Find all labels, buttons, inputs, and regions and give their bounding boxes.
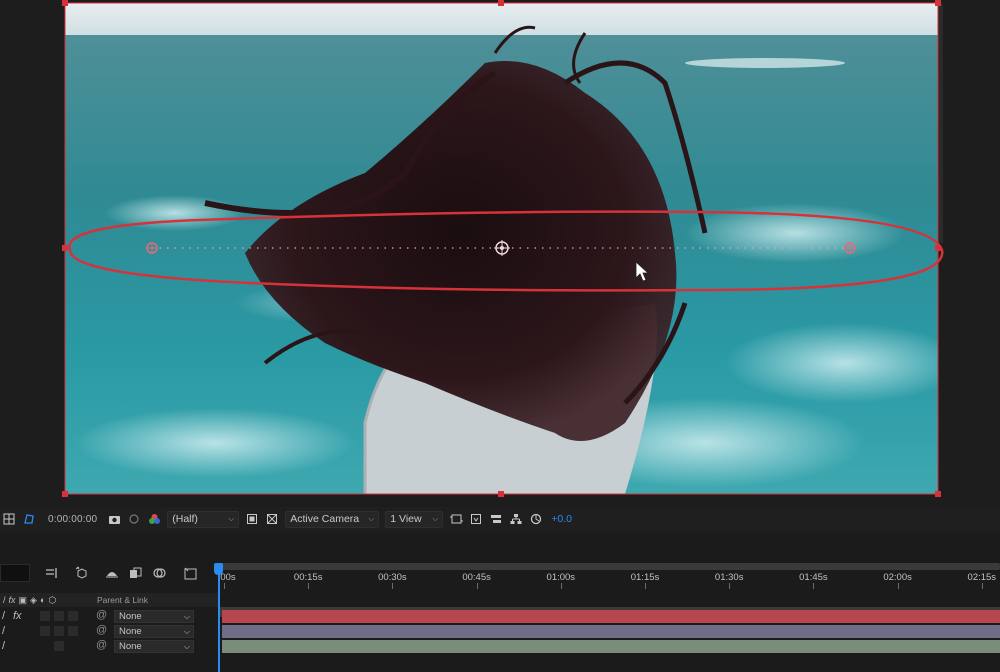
- layer-duration-bar[interactable]: [222, 625, 1000, 638]
- snapshot-icon[interactable]: [107, 512, 121, 526]
- show-snapshot-icon[interactable]: [127, 512, 141, 526]
- draft-3d-icon[interactable]: [74, 565, 90, 581]
- layer-switch[interactable]: [40, 626, 50, 636]
- layer-duration-bar[interactable]: [222, 640, 1000, 653]
- flowchart-icon[interactable]: [509, 512, 523, 526]
- toggle-3d-view-icon[interactable]: [469, 512, 483, 526]
- chevron-down-icon: ⌵: [183, 626, 190, 636]
- reset-exposure-icon[interactable]: [529, 512, 543, 526]
- mask-switch-icon: ◐: [39, 595, 46, 605]
- ruler-time-label: 01:45s: [799, 572, 828, 583]
- ruler-tick: [392, 583, 394, 589]
- pick-whip-icon[interactable]: @: [96, 639, 107, 651]
- frame-blending-icon[interactable]: [128, 565, 144, 581]
- ruler-tick: [813, 583, 815, 589]
- current-time[interactable]: 0:00:00:00: [48, 514, 97, 525]
- layer-switch[interactable]: [68, 626, 78, 636]
- chevron-down-icon: ⌵: [368, 514, 375, 523]
- pick-whip-icon[interactable]: @: [96, 609, 107, 621]
- ruler-tick: [729, 583, 731, 589]
- ruler-tick: [981, 583, 983, 589]
- motion-blur-switch-icon: /: [3, 595, 6, 605]
- ruler-time-label: 00:30s: [378, 572, 407, 583]
- camera-view-dropdown[interactable]: Active Camera ⌵: [285, 510, 380, 528]
- parent-dropdown[interactable]: None ⌵: [114, 625, 194, 638]
- adjustment-layer-icon: ▣: [18, 594, 28, 605]
- footage-image: [65, 3, 938, 494]
- chevron-down-icon: ⌵: [183, 611, 190, 621]
- chevron-down-icon: ⌵: [228, 514, 235, 523]
- fx-icon[interactable]: fx: [13, 610, 22, 622]
- graph-editor-icon[interactable]: [183, 565, 199, 581]
- chevron-down-icon: ⌵: [432, 514, 439, 523]
- region-of-interest-icon[interactable]: [245, 512, 259, 526]
- layer-duration-bar[interactable]: [222, 610, 1000, 623]
- layer-columns-header: / fx ▣ ◈ ◐ ⬡ Parent & Link: [0, 593, 218, 607]
- motion-blur-switch-icon[interactable]: /: [2, 625, 5, 637]
- ruler-tick: [224, 583, 225, 589]
- ruler-tick: [897, 583, 899, 589]
- composition-viewer[interactable]: [0, 0, 1000, 503]
- frame-blend-switch-icon: ◈: [30, 594, 37, 605]
- mask-icon[interactable]: [22, 512, 36, 526]
- fx-icon: fx: [8, 595, 16, 605]
- grid-icon[interactable]: [2, 512, 16, 526]
- layer-row[interactable]: / @ None ⌵: [0, 639, 218, 654]
- resolution-dropdown[interactable]: (Half) ⌵: [167, 510, 240, 528]
- parent-dropdown[interactable]: None ⌵: [114, 610, 194, 623]
- viewer-scrollbar[interactable]: [939, 3, 943, 243]
- fast-preview-icon[interactable]: [449, 512, 463, 526]
- motion-blur-switch-icon[interactable]: /: [2, 610, 5, 622]
- composition-frame[interactable]: [65, 3, 938, 494]
- ruler-time-label: 01:30s: [714, 572, 744, 583]
- ruler-tick: [645, 583, 646, 589]
- layer-search-input[interactable]: [0, 564, 30, 582]
- ruler-time-label: 00:45s: [462, 572, 491, 583]
- chevron-down-icon: ⌵: [183, 641, 190, 651]
- ruler-time-label: 01:15s: [630, 572, 660, 583]
- playhead-handle[interactable]: [214, 563, 223, 575]
- ruler-time-label: 00s: [220, 572, 236, 583]
- ruler-tick: [476, 583, 478, 589]
- viewer-toolbar: 0:00:00:00 (Half) ⌵ Active Camera ⌵ 1 View…: [0, 507, 1000, 531]
- motion-blur-switch-icon[interactable]: /: [2, 640, 5, 652]
- channel-icon[interactable]: [147, 512, 161, 526]
- parent-link-header: Parent & Link: [97, 595, 149, 605]
- ruler-time-label: 02:15s: [967, 572, 997, 583]
- transparency-grid-icon[interactable]: [265, 512, 279, 526]
- ruler-time-label: 00:15s: [293, 572, 323, 583]
- ruler-tick: [308, 583, 310, 589]
- parent-dropdown[interactable]: None ⌵: [114, 640, 194, 653]
- layer-switch[interactable]: [54, 626, 64, 636]
- pick-whip-icon[interactable]: @: [96, 624, 107, 636]
- time-navigator-bar[interactable]: [218, 563, 1000, 570]
- views-layout-dropdown[interactable]: 1 View ⌵: [385, 510, 444, 528]
- comp-flowchart-icon[interactable]: [44, 565, 60, 581]
- shy-icon[interactable]: [104, 565, 120, 581]
- layer-switch[interactable]: [40, 611, 50, 621]
- exposure-value[interactable]: +0.0: [551, 513, 572, 525]
- layer-switch[interactable]: [54, 611, 64, 621]
- timeline-panel: 00s 00:15s 00:30s 00:45s 01:00s 01:15s 01:30s 0…: [0, 533, 1000, 672]
- layer-row[interactable]: / @ None ⌵: [0, 624, 218, 639]
- motion-blur-icon[interactable]: [152, 565, 168, 581]
- ruler-tick: [560, 583, 562, 589]
- ruler-time-label: 02:00s: [883, 572, 912, 583]
- timeline-icon[interactable]: [489, 512, 503, 526]
- layer-switch[interactable]: [68, 611, 78, 621]
- layer-switch[interactable]: [54, 641, 64, 651]
- 3d-layer-icon: ⬡: [48, 594, 57, 605]
- ruler-time-label: 01:00s: [546, 572, 576, 583]
- time-ruler[interactable]: 00s 00:15s 00:30s 00:45s 01:00s 01:15s 01:30s 0…: [218, 563, 1000, 589]
- layer-row[interactable]: / fx @ None ⌵: [0, 609, 218, 624]
- playhead-line[interactable]: [218, 563, 220, 672]
